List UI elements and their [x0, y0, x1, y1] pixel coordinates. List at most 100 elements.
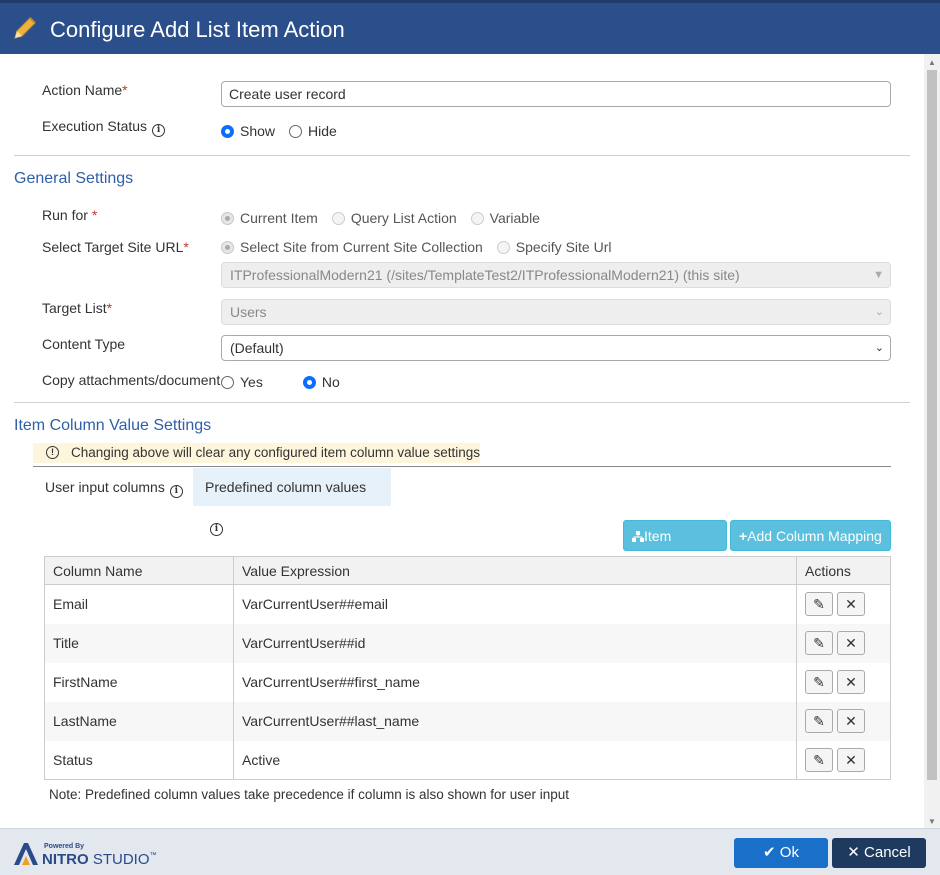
target-site-radios: Select Site from Current Site Collection…	[221, 239, 625, 255]
content-type-label: Content Type	[42, 336, 126, 352]
copy-attachments-label: Copy attachments/document	[42, 372, 221, 388]
status-show-option[interactable]: Show	[221, 123, 275, 139]
value-expression-cell: Active	[233, 740, 797, 780]
run-for-variable-option[interactable]: Variable	[470, 210, 540, 226]
execution-status-radios: Show Hide	[221, 123, 351, 139]
cancel-button[interactable]: ✕ Cancel	[832, 838, 926, 868]
value-expression-cell: VarCurrentUser##first_name	[233, 662, 797, 702]
status-hide-radio[interactable]	[289, 124, 303, 138]
site-select[interactable]: ITProfessionalModern21 (/sites/TemplateT…	[221, 262, 891, 288]
vertical-scrollbar[interactable]: ▲ ▼	[924, 54, 940, 828]
dialog-title: Configure Add List Item Action	[50, 17, 345, 42]
sitemap-icon	[632, 528, 644, 544]
warning-banner: ! Changing above will clear any configur…	[33, 443, 480, 463]
actions-header: Actions	[796, 556, 891, 585]
delete-button[interactable]: ✕	[837, 747, 865, 772]
pencil-icon: ✎	[813, 596, 825, 613]
delete-button[interactable]: ✕	[837, 670, 865, 694]
copy-yes-radio[interactable]	[221, 375, 234, 389]
run-for-variable-radio[interactable]	[470, 211, 484, 225]
execution-status-label: Execution Status i	[42, 118, 166, 137]
delete-button[interactable]: ✕	[837, 709, 865, 733]
status-show-radio[interactable]	[221, 124, 234, 138]
divider	[14, 155, 910, 156]
value-expression-cell: VarCurrentUser##email	[233, 584, 797, 624]
action-name-input[interactable]: Create user record	[221, 81, 891, 107]
pencil-icon: ✎	[813, 674, 825, 690]
chevron-down-icon: ⌄	[874, 306, 884, 318]
edit-button[interactable]: ✎	[805, 670, 833, 694]
close-icon: ✕	[847, 844, 860, 861]
site-specify-url-radio[interactable]	[496, 240, 510, 254]
copy-attachments-radios: Yes No	[221, 374, 354, 390]
close-icon: ✕	[845, 674, 857, 690]
table-row: Status Active ✎ ✕	[44, 740, 891, 780]
run-for-current-item-radio[interactable]	[221, 211, 234, 225]
table-row: LastName VarCurrentUser##last_name ✎ ✕	[44, 701, 891, 741]
column-mapping-table: Column Name Value Expression Actions Ema…	[44, 556, 891, 780]
dialog-body: Action Name* Create user record Executio…	[0, 54, 924, 828]
pencil-icon	[10, 13, 40, 46]
tab-user-input-columns[interactable]: User input columns i	[33, 468, 195, 506]
value-expression-cell: VarCurrentUser##last_name	[233, 701, 797, 741]
tab-predefined-column-values[interactable]: Predefined column valuesi	[193, 468, 391, 536]
caret-down-icon: ▼	[873, 269, 884, 281]
content-type-select[interactable]: (Default) ⌄	[221, 335, 891, 361]
info-icon[interactable]: i	[210, 523, 223, 536]
action-name-label: Action Name*	[42, 82, 128, 98]
item-columns-title: Item Column Value Settings	[14, 417, 212, 434]
tabs-divider	[33, 466, 891, 467]
pencil-icon: ✎	[813, 751, 825, 768]
info-icon[interactable]: i	[169, 485, 183, 498]
column-name-cell: Email	[44, 584, 234, 624]
info-icon[interactable]: i	[152, 124, 166, 137]
run-for-query-list-option[interactable]: Query List Action	[331, 210, 457, 226]
nitro-studio-logo: Powered By NITRO STUDIO™	[14, 839, 164, 870]
scroll-down-icon[interactable]: ▼	[928, 817, 936, 826]
run-for-label: Run for *	[42, 207, 98, 223]
site-specify-url-option[interactable]: Specify Site Url	[496, 239, 611, 255]
table-row: Email VarCurrentUser##email ✎ ✕	[44, 584, 891, 624]
chevron-down-icon: ⌄	[874, 342, 884, 354]
column-name-cell: Status	[44, 740, 234, 780]
actions-cell: ✎ ✕	[796, 584, 891, 624]
item-actions-button[interactable]: Item Actions	[623, 520, 727, 575]
run-for-current-item-option[interactable]: Current Item	[221, 210, 318, 226]
close-icon: ✕	[845, 751, 857, 768]
scrollbar-thumb[interactable]	[927, 70, 937, 780]
close-icon: ✕	[845, 713, 857, 729]
svg-text:Powered By: Powered By	[44, 843, 84, 850]
svg-text:NITRO STUDIO™: NITRO STUDIO™	[42, 851, 157, 867]
edit-button[interactable]: ✎	[805, 592, 833, 617]
column-name-cell: LastName	[44, 701, 234, 741]
run-for-query-list-radio[interactable]	[331, 211, 345, 225]
site-current-collection-option[interactable]: Select Site from Current Site Collection	[221, 239, 483, 255]
configure-dialog: Configure Add List Item Action Action Na…	[0, 0, 940, 875]
exclamation-icon: !	[46, 446, 59, 459]
delete-button[interactable]: ✕	[837, 631, 865, 655]
table-row: Title VarCurrentUser##id ✎ ✕	[44, 623, 891, 663]
scroll-up-icon[interactable]: ▲	[928, 58, 936, 67]
edit-button[interactable]: ✎	[805, 631, 833, 655]
actions-cell: ✎ ✕	[796, 623, 891, 663]
target-site-label: Select Target Site URL*	[42, 239, 189, 255]
column-name-header: Column Name	[44, 556, 234, 585]
dialog-footer: Powered By NITRO STUDIO™ ✔ Ok ✕ Cancel	[0, 828, 940, 875]
plus-icon: +	[739, 528, 748, 544]
column-name-cell: FirstName	[44, 662, 234, 702]
actions-cell: ✎ ✕	[796, 662, 891, 702]
ok-button[interactable]: ✔ Ok	[734, 838, 828, 868]
status-hide-option[interactable]: Hide	[289, 123, 337, 139]
edit-button[interactable]: ✎	[805, 747, 833, 772]
copy-no-radio[interactable]	[302, 375, 316, 389]
target-list-label: Target List*	[42, 300, 113, 316]
copy-yes-option[interactable]: Yes	[221, 374, 263, 390]
site-current-collection-radio[interactable]	[221, 240, 234, 254]
delete-button[interactable]: ✕	[837, 592, 865, 617]
edit-button[interactable]: ✎	[805, 709, 833, 733]
add-column-mapping-button[interactable]: +Add Column Mapping	[730, 520, 891, 551]
value-expression-cell: VarCurrentUser##id	[233, 623, 797, 663]
copy-no-option[interactable]: No	[302, 374, 340, 390]
target-list-select[interactable]: Users ⌄	[221, 299, 891, 325]
close-icon: ✕	[845, 635, 857, 651]
